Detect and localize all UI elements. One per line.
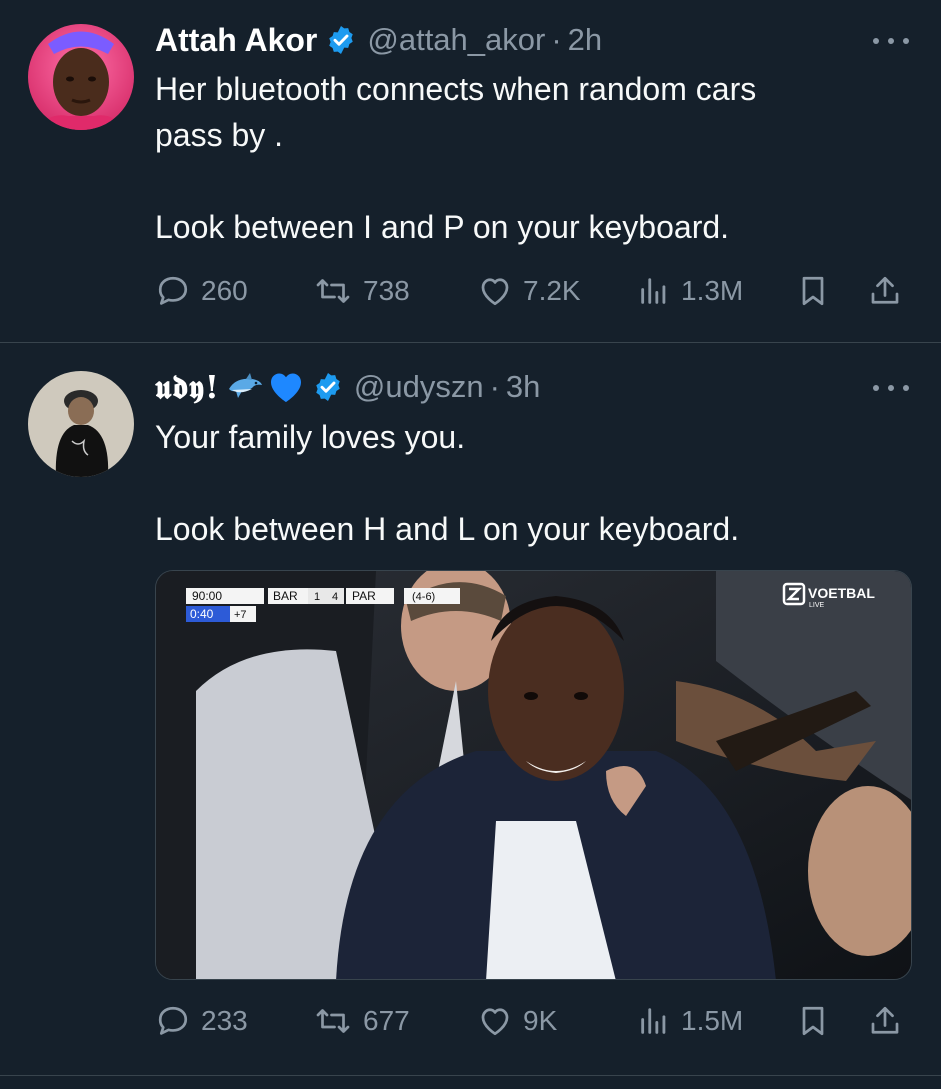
reply-button[interactable]: 260 [155,268,248,314]
tweet-divider [0,1075,941,1076]
heart-icon [481,1008,509,1036]
reply-count: 233 [201,1005,248,1036]
bookmark-button[interactable] [795,998,831,1044]
tweet-text-line [155,460,895,506]
blue-heart-icon [270,373,301,402]
bookmark-button[interactable] [795,268,831,314]
like-button[interactable]: 9K [477,998,557,1044]
tweet-text-line [155,158,895,204]
home-score-label: 1 [314,591,320,603]
tweet-header: Attah Akor @attah_akor · 2h [155,20,602,60]
reply-icon [158,1006,188,1035]
author-name[interactable]: 𝖚𝖉𝖞! [155,368,220,407]
match-time-label: 90:00 [192,589,222,603]
verified-badge-icon [312,371,344,403]
share-icon [871,276,899,304]
more-options-icon[interactable] [873,383,909,393]
tweet-time[interactable]: 2h [568,22,602,58]
away-score-label: 4 [332,591,338,603]
tweet-text-line: Her bluetooth connects when random cars [155,71,757,107]
tweet[interactable]: Attah Akor @attah_akor · 2h Her bluetoot… [0,0,941,342]
reply-count: 260 [201,275,248,306]
views-count: 1.5M [681,1005,744,1036]
bookmark-icon [802,1006,824,1036]
separator-dot: · [489,369,500,404]
extra-time-label: 0:40 [190,607,214,621]
views-button[interactable]: 1.5M [637,998,743,1044]
more-options-icon[interactable] [873,36,909,46]
retweet-button[interactable]: 677 [313,998,410,1044]
retweet-icon [316,279,350,303]
views-count: 1.3M [681,275,744,306]
views-button[interactable]: 1.3M [637,268,743,314]
like-button[interactable]: 7.2K [477,268,581,314]
retweet-count: 738 [363,275,410,306]
away-team-label: PAR [352,589,376,603]
bookmark-icon [802,276,824,306]
views-icon [641,1008,666,1034]
retweet-count: 677 [363,1005,410,1036]
like-count: 7.2K [523,275,581,306]
separator-dot: · [551,22,562,57]
added-time-label: +7 [234,609,247,621]
tweet-media-image[interactable]: 90:00 BAR 1 4 PAR (4-6) 0:40 +7 VOETBAL … [155,570,912,980]
tweet-text: Your family loves you. Look between H an… [155,414,895,552]
retweet-button[interactable]: 738 [313,268,410,314]
tweet-actions: 260 738 7.2K 1.3M [155,268,907,314]
tweet-time[interactable]: 3h [506,369,540,405]
broadcaster-name: VOETBAL [808,585,875,601]
share-button[interactable] [867,998,903,1044]
tweet-header: 𝖚𝖉𝖞! @udyszn · 3h [155,367,540,407]
tweet-text: Her bluetooth connects when random cars … [155,66,895,250]
dolphin-icon [228,373,262,398]
home-team-label: BAR [273,589,298,603]
reply-icon [158,276,188,305]
avatar[interactable] [28,371,134,477]
tweet-actions: 233 677 9K 1.5M [155,998,907,1044]
retweet-icon [316,1009,350,1033]
like-count: 9K [523,1005,558,1036]
author-name[interactable]: Attah Akor [155,22,317,59]
author-handle[interactable]: @attah_akor [367,22,545,58]
share-button[interactable] [867,268,903,314]
share-icon [871,1006,899,1034]
reply-button[interactable]: 233 [155,998,248,1044]
tweet-text-line: Look between I and P on your keyboard. [155,209,730,245]
tweet[interactable]: 𝖚𝖉𝖞! @udyszn · 3h Your family loves you.… [0,344,941,1074]
verified-badge-icon [325,24,357,56]
tweet-text-line: Look between H and L on your keyboard. [155,511,740,547]
tweet-text-line: pass by . [155,117,284,153]
avatar[interactable] [28,24,134,130]
heart-icon [481,278,509,306]
author-handle[interactable]: @udyszn [354,369,484,405]
tweet-text-line: Your family loves you. [155,419,466,455]
tweet-divider [0,342,941,343]
views-icon [641,278,666,304]
author-emojis [226,370,304,404]
aggregate-label: (4-6) [412,591,435,603]
broadcaster-sub: LIVE [809,602,825,609]
